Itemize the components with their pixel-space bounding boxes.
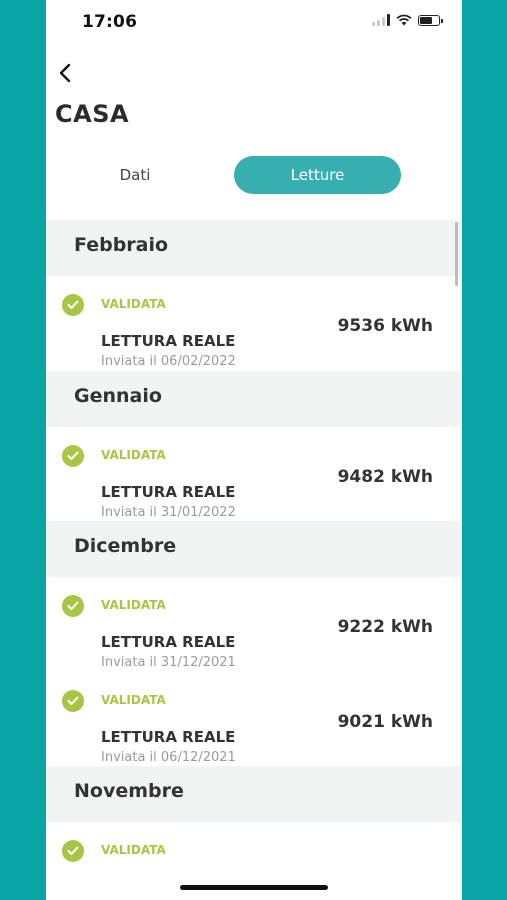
month-header: Novembre <box>46 766 462 822</box>
month-label: Novembre <box>74 780 184 802</box>
back-button[interactable] <box>54 58 84 88</box>
sent-date: Inviata il 06/02/2022 <box>101 354 236 369</box>
sent-date: Inviata il 31/01/2022 <box>101 505 236 520</box>
status-label: VALIDATA <box>101 598 166 612</box>
reading-value: 9021 kWh <box>337 712 433 732</box>
check-circle-icon <box>62 294 84 316</box>
battery-icon <box>418 14 443 26</box>
month-header: Dicembre <box>46 521 462 577</box>
tab-dati[interactable]: Dati <box>46 156 224 194</box>
list-fade <box>46 860 462 900</box>
status-label: VALIDATA <box>101 448 166 462</box>
status-icons <box>372 14 443 26</box>
month-label: Dicembre <box>74 535 177 557</box>
reading-type: LETTURA REALE <box>101 633 236 651</box>
check-circle-icon <box>62 690 84 712</box>
reading-type: LETTURA REALE <box>101 728 236 746</box>
month-label: Gennaio <box>74 385 162 407</box>
reading-type: LETTURA REALE <box>101 483 236 501</box>
readings-list[interactable]: Febbraio VALIDATA LETTURA REALE Inviata … <box>46 220 462 900</box>
app-screen: 17:06 CASA Dati Letture Febbraio VALIDAT… <box>46 0 462 900</box>
reading-value: 9222 kWh <box>337 617 433 637</box>
reading-value: 9536 kWh <box>337 316 433 336</box>
chevron-left-icon <box>59 63 71 83</box>
status-label: VALIDATA <box>101 297 166 311</box>
tab-letture[interactable]: Letture <box>234 156 401 194</box>
check-circle-icon <box>62 445 84 467</box>
sent-date: Inviata il 31/12/2021 <box>101 655 236 670</box>
reading-value: 9482 kWh <box>337 467 433 487</box>
month-header: Febbraio <box>46 220 462 276</box>
month-label: Febbraio <box>74 234 169 256</box>
check-circle-icon <box>62 840 84 862</box>
status-label: VALIDATA <box>101 843 166 857</box>
month-header: Gennaio <box>46 371 462 427</box>
reading-item[interactable]: VALIDATA LETTURA REALE Inviata il 31/12/… <box>46 577 462 672</box>
sent-date: Inviata il 06/12/2021 <box>101 750 236 765</box>
reading-item[interactable]: VALIDATA LETTURA REALE Inviata il 06/12/… <box>46 672 462 767</box>
wifi-icon <box>396 14 412 26</box>
home-indicator[interactable] <box>180 885 328 890</box>
page-title: CASA <box>55 100 130 128</box>
cellular-signal-icon <box>372 14 390 26</box>
reading-type: LETTURA REALE <box>101 332 236 350</box>
status-label: VALIDATA <box>101 693 166 707</box>
status-bar: 17:06 <box>46 0 462 44</box>
check-circle-icon <box>62 595 84 617</box>
reading-item[interactable]: VALIDATA LETTURA REALE Inviata il 31/01/… <box>46 427 462 522</box>
scrollbar[interactable] <box>455 222 458 286</box>
reading-item[interactable]: VALIDATA LETTURA REALE Inviata il 06/02/… <box>46 276 462 371</box>
status-time: 17:06 <box>82 12 138 32</box>
